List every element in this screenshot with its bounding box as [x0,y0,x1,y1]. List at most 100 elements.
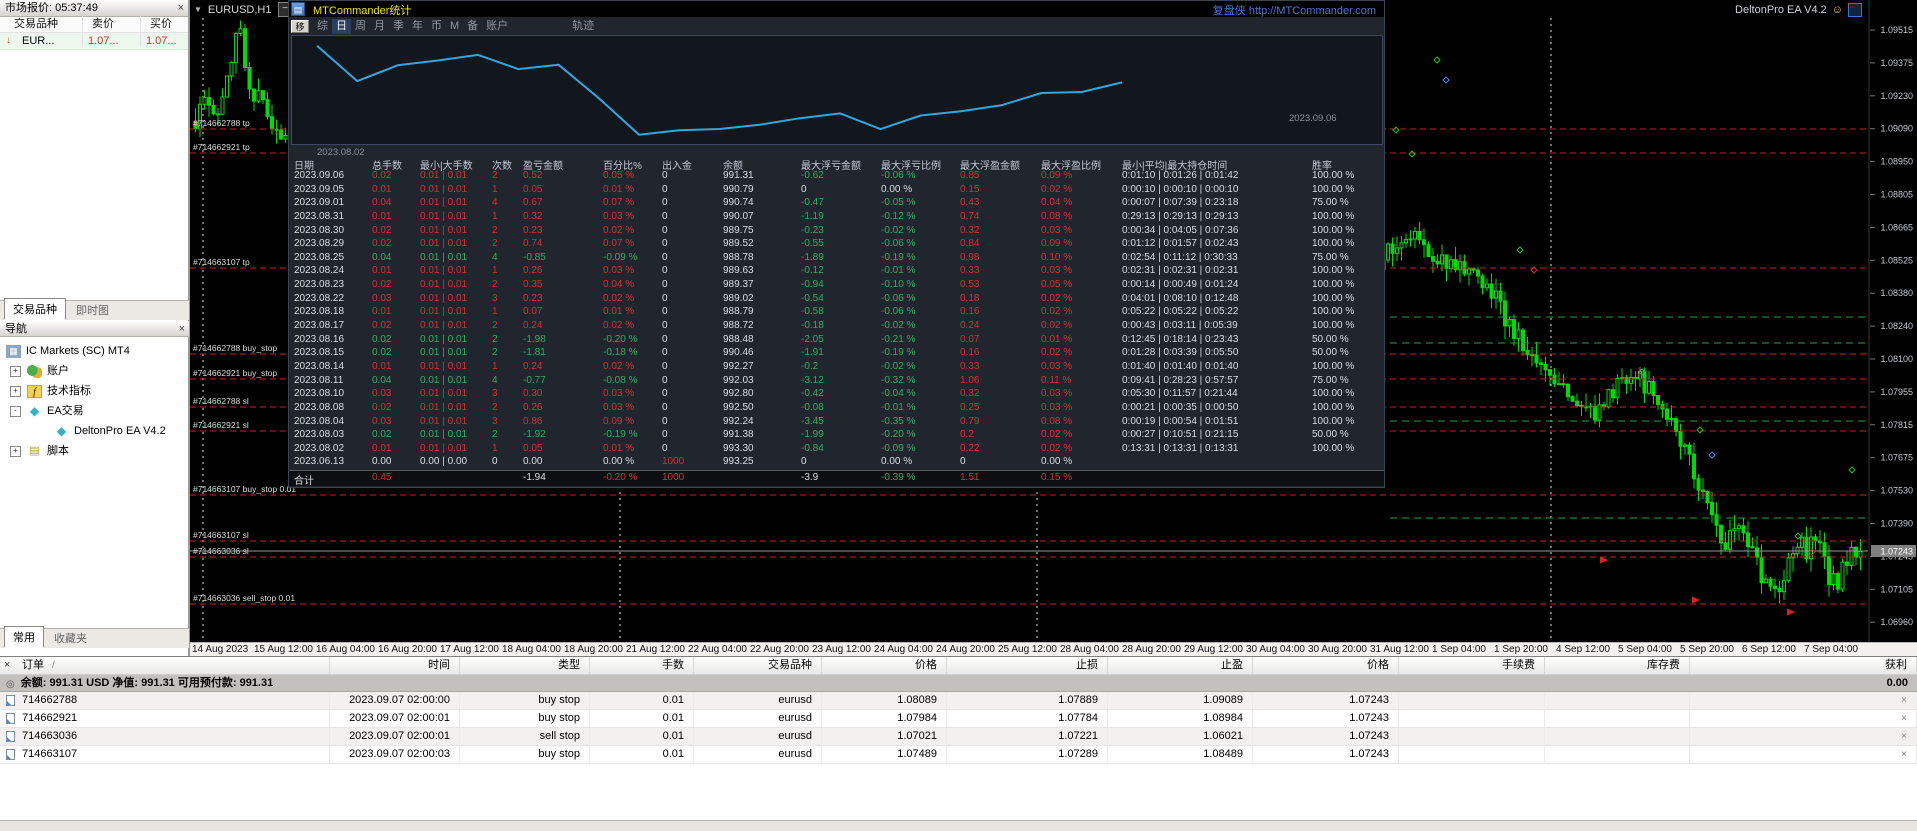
balance-curve-line [316,44,1123,136]
toolbar-yearly-button[interactable]: 年 [408,19,427,34]
tab-common[interactable]: 常用 [4,626,44,648]
orders-column-order[interactable]: 订单 / [0,657,330,674]
tab-tick-chart[interactable]: 即时图 [68,300,117,320]
tree-toggle-icon[interactable]: + [10,365,21,377]
stats-cell: 0.03 % [603,388,635,400]
experts-icon: ◆ [29,403,40,418]
tree-item-label: EA交易 [47,405,84,417]
order-row[interactable]: 714662788 2023.09.07 02:00:00 buy stop 0.01… [0,692,1917,710]
delete-order-icon[interactable]: × [1901,731,1907,742]
toolbar-monthly-button[interactable]: 月 [370,19,389,34]
orders-column-symbol[interactable]: 交易品种 [694,657,822,674]
stats-cell: 0.43 [960,197,980,209]
delete-order-icon[interactable]: × [1901,749,1907,760]
tree-item-accounts[interactable]: + 账户 [0,361,189,381]
tree-toggle-icon[interactable]: - [10,405,21,417]
stats-cell: 3 [492,292,498,304]
tab-favorites[interactable]: 收藏夹 [46,628,95,648]
close-icon[interactable]: × [178,0,184,16]
stats-cell: 0 [662,238,668,250]
trade-marker-icon [1442,76,1450,84]
orders-column-price-current[interactable]: 价格 [1253,657,1399,674]
stats-cell: 0 [662,388,668,400]
order-cell-time: 2023.09.07 02:00:01 [330,710,460,727]
stats-cell: 0.26 [523,401,543,413]
orders-column-time[interactable]: 时间 [330,657,460,674]
order-cell-price-current: 1.07243 [1253,728,1399,745]
stats-cell: 0.26 [523,265,543,277]
tree-toggle-icon[interactable]: + [10,385,21,397]
toolbar-currency-button[interactable]: 币 [427,19,446,34]
stats-cell: 0.08 % [1041,415,1073,427]
delete-order-icon[interactable]: × [1901,695,1907,706]
close-icon[interactable]: × [179,321,185,337]
stats-total-cell: -0.39 % [881,472,916,483]
time-axis-label: 25 Aug 12:00 [998,644,1057,655]
stats-cell: 2 [492,238,498,250]
order-row[interactable]: 714663036 2023.09.07 02:00:01 sell stop 0.0… [0,728,1917,746]
order-doc-icon [6,748,15,760]
stats-cell: 2 [492,333,498,345]
stats-cell: 0.03 % [1041,401,1073,413]
toolbar-weekly-button[interactable]: 周 [351,19,370,34]
orders-column-tp[interactable]: 止盈 [1108,657,1253,674]
stats-cell: 0.02 [372,401,392,413]
tree-item-scripts[interactable]: + ▤ 脚本 [0,441,189,461]
toolbar-account-button[interactable]: 账户 [482,19,512,34]
orders-column-swap[interactable]: 库存费 [1545,657,1690,674]
stats-cell: 0.00 [372,456,392,468]
orders-column-price-open[interactable]: 价格 [822,657,947,674]
order-cell-tp: 1.06021 [1108,728,1253,745]
stats-cell: 992.24 [723,415,754,427]
stats-cell: -1.19 [801,210,824,222]
stats-cell: 0.09 % [1041,170,1073,181]
market-watch-rows: ↓ EUR... 1.07... 1.07... [0,33,188,50]
stats-cell: 0.02 % [1041,183,1073,195]
toolbar-quarterly-button[interactable]: 季 [389,19,408,34]
market-watch-row[interactable]: ↓ EUR... 1.07... 1.07... [0,33,188,50]
toolbar-daily-button[interactable]: 日 [332,18,351,34]
stats-cell: 993.25 [723,456,754,468]
delete-order-icon[interactable]: × [1901,713,1907,724]
tree-item-account-server[interactable]: ▦ IC Markets (SC) MT4 [0,341,189,361]
close-icon[interactable]: × [4,657,10,674]
stats-cell: 2023.08.16 [294,333,345,345]
toolbar-track-button[interactable]: 轨迹 [568,19,598,34]
stats-cell: 0:02:31 | 0:02:31 | 0:02:31 [1122,265,1239,277]
orders-column-sl[interactable]: 止损 [947,657,1108,674]
stats-cell: -0.2 [801,360,819,372]
toolbar-magic-button[interactable]: M [446,19,463,34]
tree-item-experts[interactable]: - ◆ EA交易 [0,401,189,421]
orders-column-type[interactable]: 类型 [460,657,590,674]
orders-column-commission[interactable]: 手续费 [1399,657,1545,674]
tab-symbols[interactable]: 交易品种 [4,298,66,320]
move-button[interactable]: 移 [291,20,309,33]
toolbar-summary-button[interactable]: 综 [313,19,332,34]
scripts-icon: ▤ [29,444,40,457]
stats-cell: 1 [492,442,498,454]
order-cell-swap [1545,746,1690,763]
orders-column-lots[interactable]: 手数 [590,657,694,674]
tree-item-label: IC Markets (SC) MT4 [26,345,130,357]
toolbar-comment-button[interactable]: 备 [463,19,482,34]
stats-row: 2023.08.11 0.04 0.01 | 0.01 4 -0.77 -0.08 % 0 9… [289,375,1384,389]
orders-column-profit[interactable]: 获利 [1690,657,1917,674]
order-annotation-label: #714662788 sl [193,396,249,406]
chevron-down-icon[interactable]: ▼ [194,5,202,14]
time-axis-label: 16 Aug 04:00 [316,644,375,655]
tree-item-indicators[interactable]: + f 技术指标 [0,381,189,401]
mtcommander-link[interactable]: 复盘侠 http://MTCommander.com [1213,2,1376,18]
order-cell-type: buy stop [460,710,590,727]
trade-marker-icon [1516,246,1524,254]
stats-row: 2023.09.05 0.01 0.01 | 0.01 1 0.05 0.01 % 0 990… [289,184,1384,198]
order-row[interactable]: 714662921 2023.09.07 02:00:01 buy stop 0.01… [0,710,1917,728]
smiley-icon: ☺ [1831,4,1843,16]
order-row[interactable]: 714663107 2023.09.07 02:00:03 buy stop 0.01… [0,746,1917,764]
stats-cell: 0:04:01 | 0:08:10 | 0:12:48 [1122,292,1239,304]
stats-cell: -0.84 [801,442,824,454]
price-tick-label: 1.08240 [1880,321,1913,331]
tree-toggle-icon[interactable]: + [10,445,21,457]
stats-cell: 1 [492,360,498,372]
stats-cell: -0.05 % [881,197,916,209]
tree-item-deltonpro[interactable]: ◆ DeltonPro EA V4.2 [0,421,189,441]
